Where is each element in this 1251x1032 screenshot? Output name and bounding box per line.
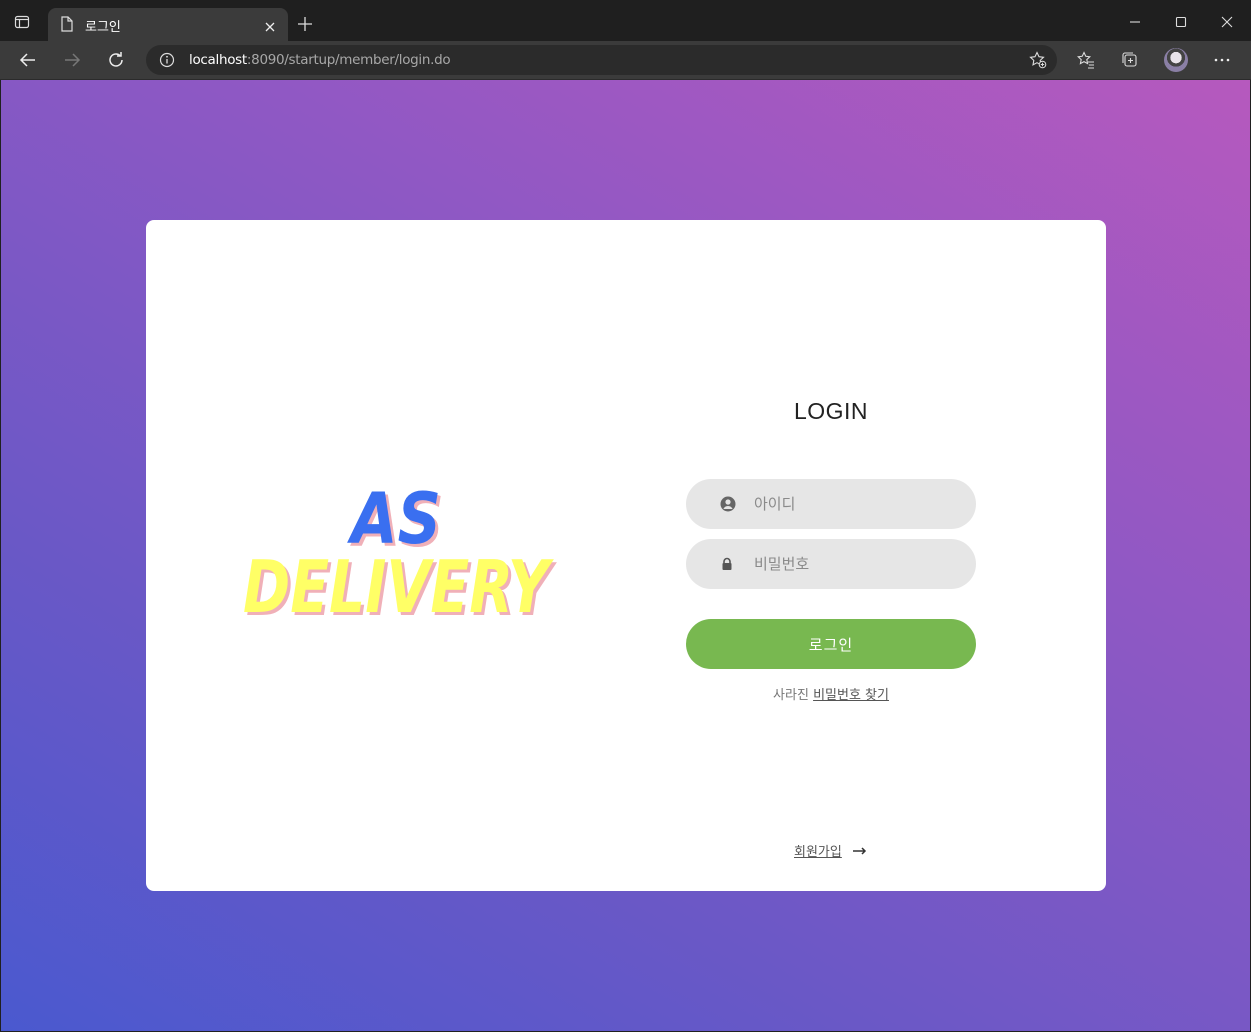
more-options-icon[interactable] [1213, 51, 1231, 73]
browser-tab[interactable]: 로그인 [48, 8, 288, 41]
minimize-icon[interactable] [1128, 14, 1142, 33]
browser-toolbar: localhost:8090/startup/member/login.do [0, 41, 1251, 80]
close-tab-icon[interactable] [264, 18, 276, 37]
collections-icon[interactable] [1121, 51, 1139, 73]
refresh-icon[interactable] [107, 51, 125, 73]
add-favorite-icon[interactable] [1029, 51, 1047, 73]
close-window-icon[interactable] [1220, 14, 1234, 33]
favorites-icon[interactable] [1076, 51, 1095, 73]
signup-link[interactable]: 회원가입 [794, 845, 842, 860]
url-path: :8090/startup/member/login.do [246, 52, 451, 68]
new-tab-icon[interactable] [297, 16, 313, 36]
logo: AS AS DELIVERY DELIVERY [243, 482, 557, 632]
tab-title: 로그인 [85, 20, 121, 35]
forward-icon[interactable] [63, 51, 81, 73]
lock-icon [720, 556, 734, 575]
password-input[interactable] [754, 539, 954, 589]
maximize-icon[interactable] [1174, 14, 1188, 33]
url-host: localhost [189, 52, 247, 68]
url-text[interactable]: localhost:8090/startup/member/login.do [189, 52, 451, 68]
page-background: AS AS DELIVERY DELIVERY LOGIN 로그인 사라진 비밀… [1, 80, 1250, 1031]
signup-row: 회원가입 [686, 841, 976, 860]
forgot-password-row: 사라진 비밀번호 찾기 [686, 684, 976, 703]
login-title: LOGIN [793, 398, 869, 424]
site-info-icon[interactable] [159, 52, 175, 72]
username-field[interactable] [686, 479, 976, 529]
profile-avatar[interactable] [1164, 48, 1188, 72]
back-icon[interactable] [19, 51, 37, 73]
password-field[interactable] [686, 539, 976, 589]
browser-titlebar: 로그인 [0, 0, 1251, 41]
forgot-prefix: 사라진 [773, 688, 809, 703]
page-icon [60, 16, 74, 36]
user-icon [720, 496, 736, 516]
login-card: AS AS DELIVERY DELIVERY LOGIN 로그인 사라진 비밀… [146, 220, 1106, 891]
address-bar[interactable]: localhost:8090/startup/member/login.do [146, 45, 1057, 75]
username-input[interactable] [754, 479, 954, 529]
arrow-right-icon[interactable] [852, 845, 868, 860]
forgot-password-link[interactable]: 비밀번호 찾기 [813, 688, 889, 703]
login-button[interactable]: 로그인 [686, 619, 976, 669]
logo-delivery-text: DELIVERY [243, 545, 554, 629]
tab-actions-icon[interactable] [14, 14, 30, 30]
